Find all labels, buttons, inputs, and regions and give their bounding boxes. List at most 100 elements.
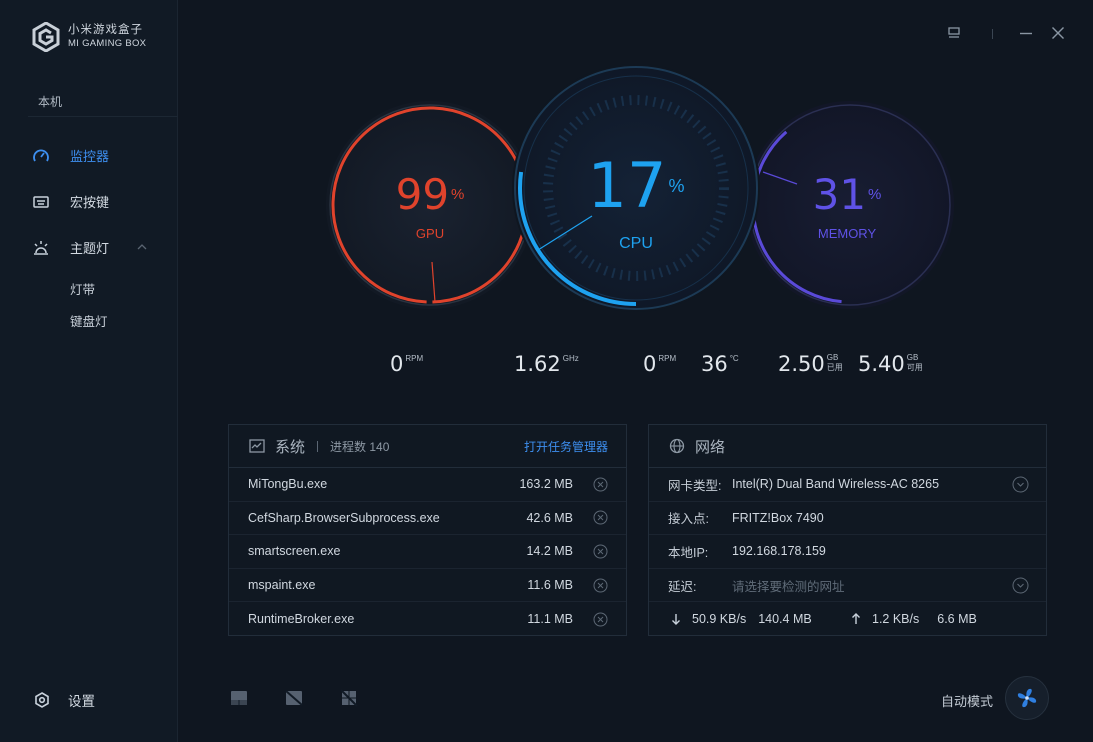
cpu-temp-value: 36 (701, 352, 728, 376)
gauge-icon (32, 147, 50, 165)
end-process-icon[interactable] (593, 477, 608, 492)
end-process-icon[interactable] (593, 544, 608, 559)
network-title: 网络 (695, 438, 726, 456)
network-row-access-point: 接入点: FRITZ!Box 7490 (649, 502, 1046, 536)
logo-title-en: MI GAMING BOX (68, 38, 147, 49)
window-controls-divider (992, 29, 993, 39)
section-divider (28, 116, 178, 117)
fan-icon (1017, 688, 1037, 708)
sidebar-item-monitor[interactable]: 监控器 (32, 146, 109, 165)
sidebar: 小米游戏盒子 MI GAMING BOX 本机 监控器 宏按键 主题灯 灯带 键… (0, 0, 178, 742)
process-name: CefSharp.BrowserSubprocess.exe (248, 510, 440, 525)
end-process-icon[interactable] (593, 578, 608, 593)
compact-mode-icon[interactable] (947, 26, 961, 40)
gpu-unit: % (451, 186, 465, 203)
mem-free-stat: 5.40 GB 可用 (858, 352, 923, 376)
network-row-traffic: 50.9 KB/s 140.4 MB 1.2 KB/s 6.6 MB (649, 602, 1046, 636)
disable-win-key-icon[interactable] (339, 688, 359, 708)
cpu-fan-unit: RPM (658, 354, 677, 363)
process-row: CefSharp.BrowserSubprocess.exe 42.6 MB (229, 502, 626, 536)
process-row: MiTongBu.exe 163.2 MB (229, 468, 626, 502)
keyboard-icon (32, 193, 50, 211)
mem-free-value: 5.40 (858, 352, 905, 376)
process-memory: 11.1 MB (527, 612, 573, 627)
gpu-value: 99 (395, 170, 450, 219)
process-row: smartscreen.exe 14.2 MB (229, 535, 626, 569)
gpu-fan-stat: 0 RPM (390, 352, 423, 376)
end-process-icon[interactable] (593, 510, 608, 525)
process-name: smartscreen.exe (248, 544, 341, 559)
open-task-manager-link[interactable]: 打开任务管理器 (524, 438, 608, 455)
cpu-temp-stat: 36 °C (701, 352, 739, 376)
block-window-icon[interactable] (284, 688, 304, 708)
process-memory: 14.2 MB (526, 544, 573, 559)
network-label: 网卡类型: (668, 478, 722, 493)
network-row-latency[interactable]: 延迟: 请选择要检测的网址 (649, 569, 1046, 603)
chevron-down-icon[interactable] (1012, 577, 1029, 594)
sidebar-item-label: 宏按键 (70, 195, 110, 210)
mem-used-stat: 2.50 GB 已用 (778, 352, 843, 376)
mem-used-value: 2.50 (778, 352, 825, 376)
memory-value: 31 (812, 170, 867, 219)
network-label: 接入点: (668, 512, 709, 527)
sidebar-item-label: 监控器 (70, 149, 110, 164)
settings-label: 设置 (68, 694, 95, 709)
process-row: mspaint.exe 11.6 MB (229, 569, 626, 603)
upload-rate: 1.2 KB/s (872, 612, 920, 627)
end-process-icon[interactable] (593, 612, 608, 627)
gpu-fan-value: 0 (390, 352, 404, 376)
system-panel: 系统 进程数 140 打开任务管理器 MiTongBu.exe 163.2 MB… (228, 424, 627, 636)
upload-stat: 1.2 KB/s 6.6 MB (851, 612, 977, 626)
activity-chart-icon (249, 439, 265, 453)
network-label: 延迟: (668, 579, 697, 594)
close-icon[interactable] (1051, 26, 1065, 40)
chevron-down-icon[interactable] (1012, 476, 1029, 493)
overlay-display-icon[interactable] (229, 688, 249, 708)
settings-icon (33, 691, 51, 709)
download-stat: 50.9 KB/s 140.4 MB (671, 612, 812, 626)
process-row: RuntimeBroker.exe 11.1 MB (229, 602, 626, 636)
globe-icon (669, 438, 685, 454)
gpu-fan-unit: RPM (405, 354, 424, 363)
cpu-readout: 17% CPU (576, 150, 696, 253)
sidebar-subitem-keyboard-light[interactable]: 键盘灯 (70, 311, 108, 330)
memory-unit: % (868, 186, 882, 203)
auto-mode-label: 自动模式 (941, 694, 994, 709)
mem-used-sub: 已用 (826, 363, 843, 372)
gpu-readout: 99% GPU (380, 170, 480, 241)
sidebar-item-macro[interactable]: 宏按键 (32, 192, 109, 211)
cpu-freq-value: 1.62 (514, 352, 561, 376)
fan-mode-button[interactable] (1005, 676, 1049, 720)
process-count: 进程数 140 (330, 439, 390, 454)
minimize-icon[interactable] (1019, 26, 1033, 40)
latency-url-select[interactable]: 请选择要检测的网址 (732, 576, 845, 595)
cpu-unit: % (668, 176, 685, 196)
mem-free-unit: GB (906, 353, 919, 362)
download-total: 140.4 MB (758, 612, 812, 627)
cpu-temp-unit: °C (729, 354, 739, 363)
network-value: Intel(R) Dual Band Wireless-AC 8265 (732, 477, 940, 492)
mem-free-sub: 可用 (906, 363, 923, 372)
sidebar-subitem-light-strip[interactable]: 灯带 (70, 279, 95, 298)
cpu-fan-value: 0 (643, 352, 657, 376)
network-label: 本地IP: (668, 545, 709, 560)
section-label-local: 本机 (38, 95, 63, 109)
light-icon (32, 239, 50, 257)
process-name: RuntimeBroker.exe (248, 612, 355, 627)
download-arrow-icon (672, 614, 680, 626)
network-value: FRITZ!Box 7490 (732, 510, 824, 525)
app-logo: 小米游戏盒子 MI GAMING BOX (32, 22, 146, 52)
system-title: 系统 (275, 438, 306, 456)
cpu-value: 17 (587, 149, 667, 222)
process-list: MiTongBu.exe 163.2 MB CefSharp.BrowserSu… (229, 468, 626, 636)
settings-button[interactable]: 设置 (33, 690, 95, 710)
sidebar-item-theme-light[interactable]: 主题灯 (32, 238, 109, 257)
cpu-fan-stat: 0 RPM (643, 352, 676, 376)
network-row-adapter: 网卡类型: Intel(R) Dual Band Wireless-AC 826… (649, 468, 1046, 502)
process-memory: 163.2 MB (519, 477, 573, 492)
cpu-freq-unit: GHz (562, 354, 579, 363)
chevron-up-icon[interactable] (137, 243, 147, 251)
process-memory: 42.6 MB (526, 510, 573, 525)
sidebar-item-label: 主题灯 (70, 241, 110, 256)
process-name: MiTongBu.exe (248, 477, 328, 492)
